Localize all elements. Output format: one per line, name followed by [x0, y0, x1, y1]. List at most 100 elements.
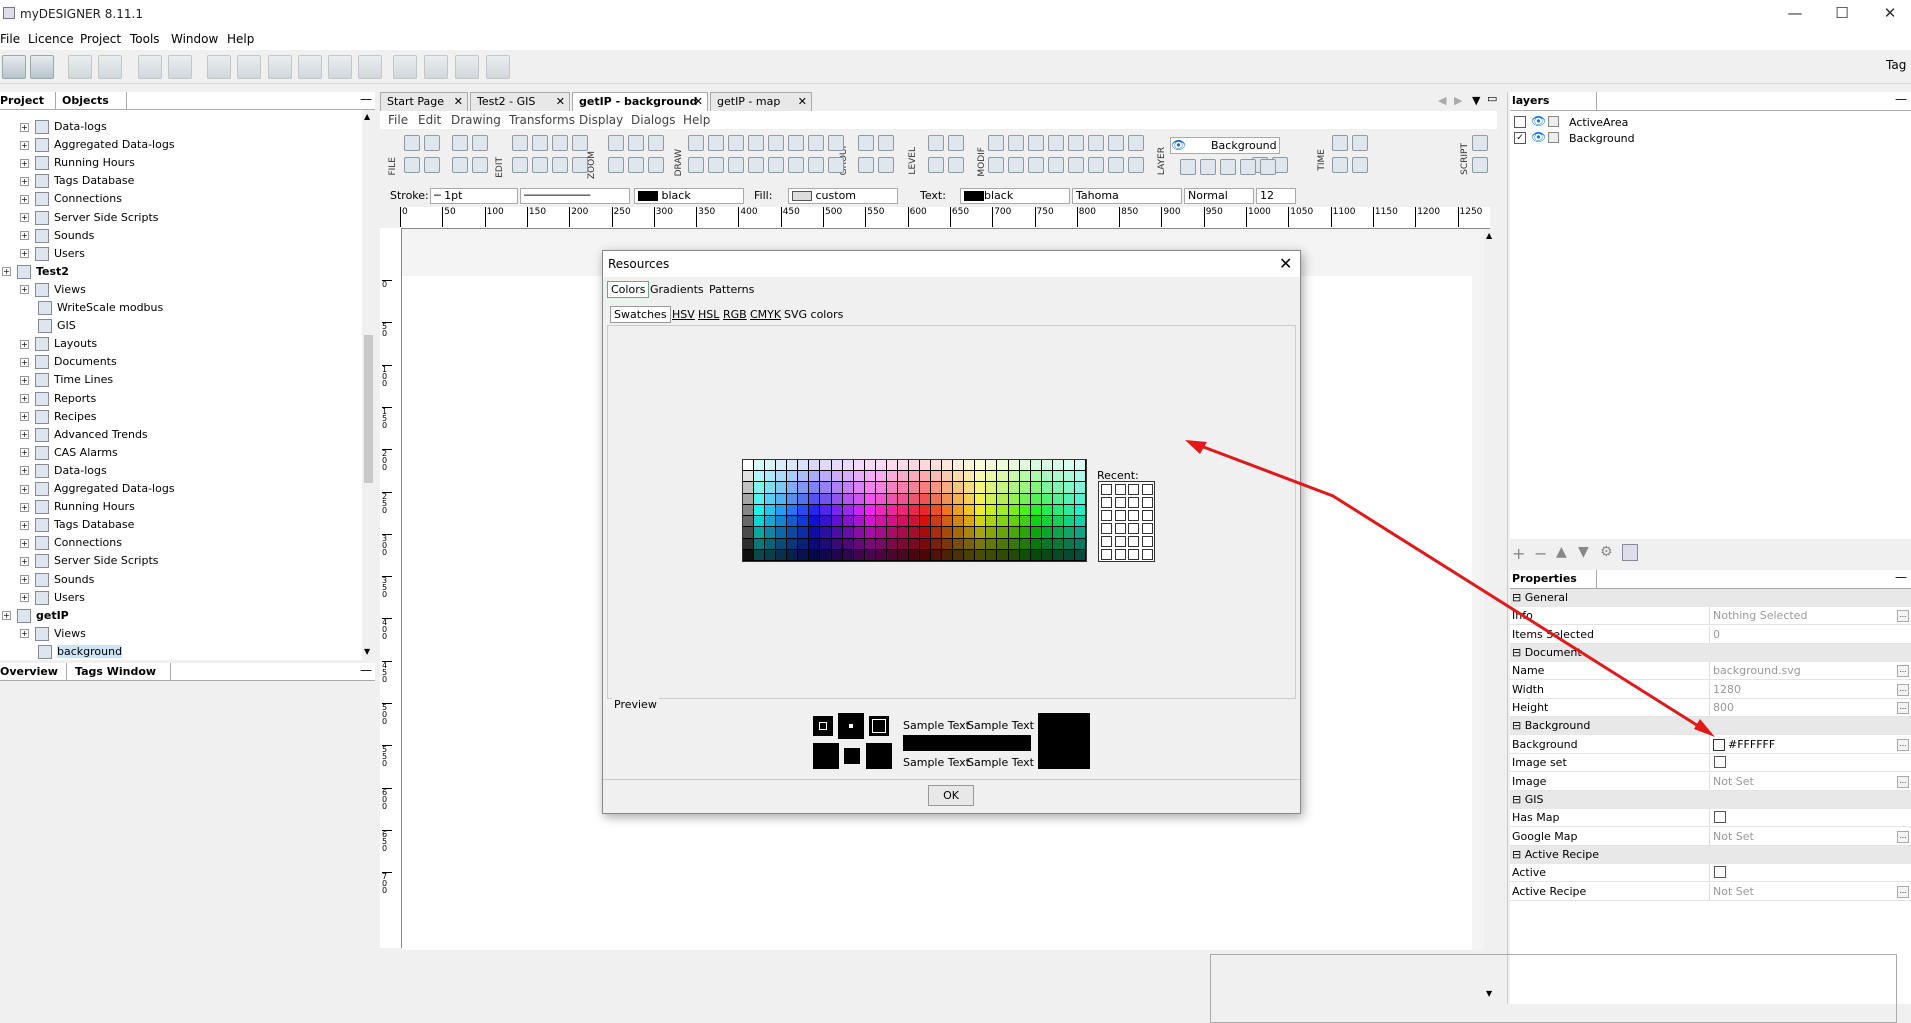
color-swatch[interactable]	[842, 538, 853, 549]
property-group[interactable]: ⊟ Document	[1510, 644, 1911, 663]
drawing-tool-icon[interactable]	[858, 157, 874, 173]
color-swatch[interactable]	[875, 471, 886, 482]
drawing-tool-icon[interactable]	[748, 135, 764, 151]
color-swatch[interactable]	[1019, 538, 1030, 549]
color-swatch[interactable]	[831, 471, 842, 482]
color-swatch[interactable]	[754, 504, 765, 516]
color-swatch[interactable]	[1041, 482, 1052, 493]
color-swatch[interactable]	[842, 471, 853, 482]
property-value[interactable]: 1280	[1709, 680, 1894, 698]
color-swatch[interactable]	[754, 527, 765, 538]
color-swatch[interactable]	[997, 504, 1008, 516]
color-swatch[interactable]	[1063, 460, 1074, 471]
property-value[interactable]: 0	[1709, 625, 1894, 643]
layer-tool-icon[interactable]	[1220, 159, 1236, 175]
scroll-down-icon[interactable]: ▼	[364, 647, 370, 656]
recent-color-swatch[interactable]	[1114, 510, 1126, 521]
expand-icon[interactable]: +	[20, 412, 29, 422]
color-swatch[interactable]	[798, 460, 809, 471]
recent-color-swatch[interactable]	[1141, 523, 1153, 534]
color-swatch[interactable]	[975, 482, 986, 493]
drawing-tool-icon[interactable]	[708, 157, 724, 173]
color-swatch[interactable]	[1052, 504, 1063, 516]
undo-icon[interactable]	[68, 55, 92, 79]
expand-icon[interactable]: +	[2, 267, 11, 277]
windows-icon[interactable]	[486, 55, 510, 79]
color-swatch[interactable]	[798, 471, 809, 482]
color-swatch[interactable]	[787, 471, 798, 482]
canvas-vertical-scrollbar[interactable]: ▲ ▼	[1484, 229, 1498, 1004]
panel-minimize-icon[interactable]: —	[1895, 570, 1907, 584]
editor-menu-display[interactable]: Display	[579, 113, 623, 127]
color-swatch[interactable]	[809, 460, 820, 471]
recent-color-swatch[interactable]	[1141, 536, 1153, 547]
color-swatch[interactable]	[964, 471, 975, 482]
color-swatch[interactable]	[853, 504, 864, 516]
drawing-tool-icon[interactable]	[748, 157, 764, 173]
color-swatch[interactable]	[831, 482, 842, 493]
color-swatch[interactable]	[997, 482, 1008, 493]
layer-checkbox[interactable]: ✓	[1514, 132, 1526, 144]
color-swatch[interactable]	[1063, 471, 1074, 482]
color-swatch[interactable]	[1041, 516, 1052, 527]
color-swatch[interactable]	[953, 516, 964, 527]
tab-getip-map[interactable]: getIP - map ✕	[710, 92, 812, 111]
color-swatch[interactable]	[1008, 460, 1019, 471]
color-swatch[interactable]	[743, 493, 754, 504]
color-swatch[interactable]	[953, 482, 964, 493]
recent-color-swatch[interactable]	[1101, 549, 1112, 560]
close-tab-icon[interactable]: ✕	[694, 93, 703, 110]
color-swatch[interactable]	[820, 482, 831, 493]
color-swatch[interactable]	[942, 516, 953, 527]
color-swatch[interactable]	[942, 460, 953, 471]
menu-help[interactable]: Help	[227, 32, 254, 46]
layer-row[interactable]: 👁 ActiveArea	[1514, 114, 1814, 130]
color-swatch[interactable]	[920, 527, 931, 538]
drawing-tool-icon[interactable]	[472, 135, 488, 151]
tree-item[interactable]: + Sounds	[20, 571, 94, 589]
color-swatch[interactable]	[853, 493, 864, 504]
expand-icon[interactable]: +	[2, 611, 11, 621]
color-swatch[interactable]	[1008, 493, 1019, 504]
color-swatch[interactable]	[986, 527, 997, 538]
gear-icon[interactable]: ⚙	[1600, 544, 1613, 560]
recent-color-swatch[interactable]	[1141, 484, 1153, 495]
color-swatch[interactable]	[875, 482, 886, 493]
drawing-tool-icon[interactable]	[728, 135, 744, 151]
tree-item[interactable]: + Running Hours	[20, 154, 135, 172]
color-swatch[interactable]	[765, 516, 776, 527]
layer-row[interactable]: ✓ 👁 Background	[1514, 130, 1814, 146]
color-swatch[interactable]	[920, 460, 931, 471]
editor-menu-help[interactable]: Help	[683, 113, 710, 127]
expand-icon[interactable]: +	[20, 466, 29, 476]
drawing-tool-icon[interactable]	[1472, 157, 1488, 173]
close-tab-icon[interactable]: ✕	[556, 93, 565, 110]
color-swatch[interactable]	[798, 516, 809, 527]
color-swatch[interactable]	[975, 516, 986, 527]
color-swatch[interactable]	[776, 538, 787, 549]
drawing-tool-icon[interactable]	[648, 157, 664, 173]
color-swatch[interactable]	[931, 538, 942, 549]
color-swatch[interactable]	[776, 516, 787, 527]
color-swatch[interactable]	[1030, 482, 1041, 493]
drawing-tool-icon[interactable]	[878, 157, 894, 173]
color-swatch[interactable]	[953, 549, 964, 560]
color-swatch[interactable]	[809, 516, 820, 527]
drawing-tool-icon[interactable]	[512, 157, 528, 173]
color-swatch[interactable]	[787, 527, 798, 538]
color-swatch[interactable]	[986, 538, 997, 549]
color-swatch[interactable]	[897, 482, 908, 493]
ellipsis-button[interactable]: ...	[1897, 738, 1909, 751]
color-swatch[interactable]	[1074, 493, 1085, 504]
color-swatch[interactable]	[776, 504, 787, 516]
tab-start-page[interactable]: Start Page ✕	[380, 92, 468, 111]
recent-color-swatch[interactable]	[1128, 536, 1139, 547]
drawing-tool-icon[interactable]	[572, 135, 588, 151]
color-swatch[interactable]	[809, 482, 820, 493]
color-swatch[interactable]	[886, 471, 897, 482]
color-swatch[interactable]	[1041, 527, 1052, 538]
color-swatch[interactable]	[931, 493, 942, 504]
tree-item[interactable]: + Connections	[20, 534, 122, 552]
expand-icon[interactable]: +	[20, 556, 29, 566]
expand-icon[interactable]: +	[20, 231, 29, 241]
